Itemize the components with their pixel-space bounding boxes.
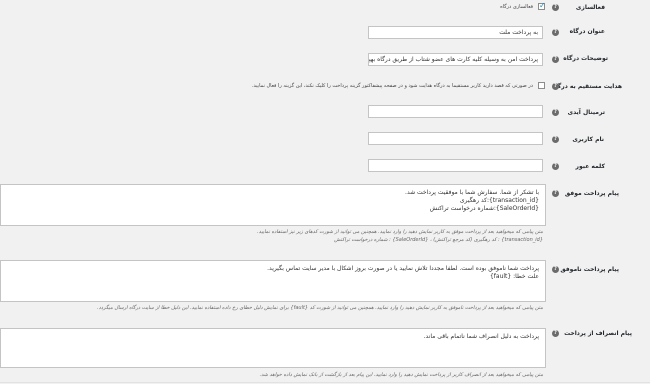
title-label: عنوان درگاه xyxy=(569,28,605,35)
gateway-settings-form: فعالسازی ? فعالسازی درگاه عنوان درگاه ? … xyxy=(0,0,650,384)
cancel-message-label: پیام انصراف از پرداخت xyxy=(564,330,632,337)
title-input[interactable]: به پرداخت ملت xyxy=(368,26,543,39)
terminal-help-icon[interactable]: ? xyxy=(552,109,559,116)
success-message-description: متن پیامی که میخواهید بعد از پرداخت موفق… xyxy=(257,229,543,235)
cancel-message-help-icon[interactable]: ? xyxy=(552,330,559,337)
success-message-line: {transaction_id}:کد رهگیری xyxy=(459,197,539,204)
success-message-label: پیام پرداخت موفق xyxy=(564,190,619,197)
description-label: توضیحات درگاه xyxy=(563,55,608,62)
failed-message-line: علت خطا: {fault} xyxy=(489,273,539,280)
success-message-help-icon[interactable]: ? xyxy=(552,190,559,197)
direct-redirect-checkbox[interactable] xyxy=(538,82,545,89)
success-message-shortcodes: {transaction_id} : کد رهگیری (کد مرجع تر… xyxy=(334,237,543,243)
password-help-icon[interactable]: ? xyxy=(552,163,559,170)
username-input[interactable] xyxy=(368,132,543,145)
bottom-divider xyxy=(0,382,650,383)
cancel-message-description: متن پیامی که میخواهید بعد از انصراف کارب… xyxy=(259,372,543,378)
password-input[interactable] xyxy=(368,159,543,172)
username-label: نام کاربری xyxy=(572,136,604,143)
title-help-icon[interactable]: ? xyxy=(552,29,559,36)
description-input[interactable]: پرداخت امن به وسیله کلیه کارت های عضو شت… xyxy=(368,53,543,66)
success-message-textarea[interactable]: با تشکر از شما. سفارش شما با موفقیت پردا… xyxy=(0,184,546,226)
success-message-line: {SaleOrderId}:شماره درخواست تراکنش xyxy=(429,205,539,212)
cancel-message-line: پرداخت به دلیل انصراف شما ناتمام باقی ما… xyxy=(423,333,539,340)
cancel-message-textarea[interactable]: پرداخت به دلیل انصراف شما ناتمام باقی ما… xyxy=(0,328,546,368)
success-message-line: با تشکر از شما. سفارش شما با موفقیت پردا… xyxy=(405,189,539,196)
enabled-label: فعالسازی xyxy=(575,4,605,11)
enabled-checkbox[interactable] xyxy=(538,1,546,10)
failed-message-help-icon[interactable]: ? xyxy=(552,266,559,273)
failed-message-description: متن پیامی که میخواهید بعد از پرداخت نامو… xyxy=(97,305,543,311)
password-label: کلمه عبور xyxy=(575,163,605,170)
enabled-checkbox-label[interactable]: فعالسازی درگاه xyxy=(500,4,533,10)
failed-message-label: پیام پرداخت ناموفق xyxy=(560,266,619,273)
failed-message-line: پرداخت شما ناموفق بوده است. لطفا مجددا ت… xyxy=(267,265,539,272)
direct-redirect-help-icon[interactable]: ? xyxy=(552,83,559,90)
failed-message-textarea[interactable]: پرداخت شما ناموفق بوده است. لطفا مجددا ت… xyxy=(0,260,546,302)
enabled-help-icon[interactable]: ? xyxy=(552,4,559,11)
terminal-input[interactable] xyxy=(368,105,543,118)
username-help-icon[interactable]: ? xyxy=(552,136,559,143)
direct-redirect-label: هدایت مستقیم به درگاه xyxy=(551,83,622,90)
direct-redirect-checkbox-label[interactable]: در صورتی که قصد دارید کاربر مستقیما به د… xyxy=(252,83,533,89)
terminal-label: ترمینال آیدی xyxy=(567,109,605,116)
description-help-icon[interactable]: ? xyxy=(552,56,559,63)
